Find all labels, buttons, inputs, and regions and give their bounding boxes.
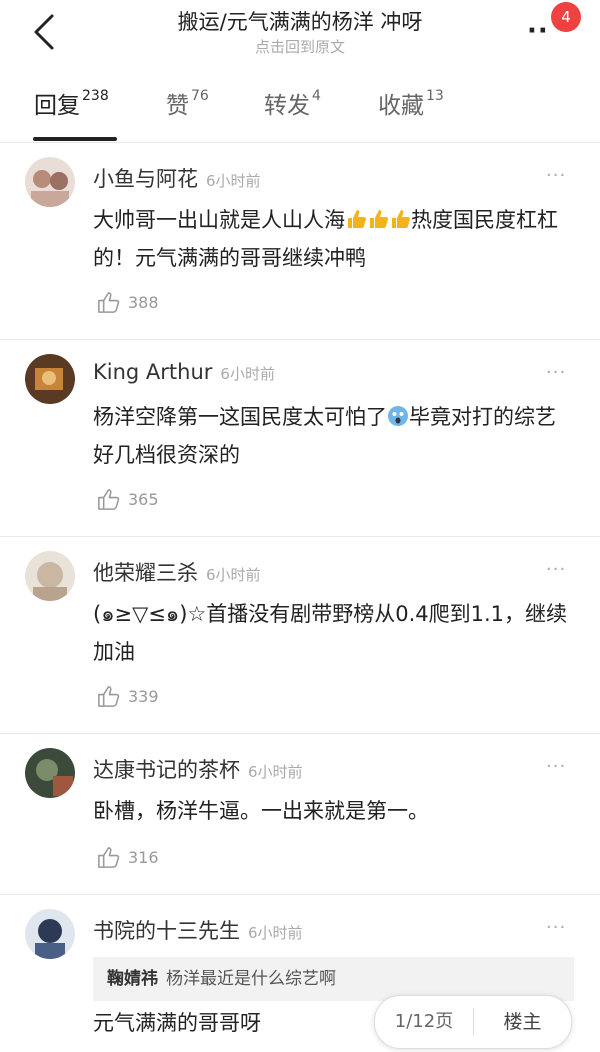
thumbs-up-emoji-icon (348, 210, 366, 228)
comment-more-icon[interactable]: ··· (546, 561, 566, 579)
comment-item: 小鱼与阿花 6小时前 ··· 大帅哥一出山就是人山人海 热度国民度杠杠的！元气满满的… (0, 143, 600, 340)
thumbs-up-icon (98, 292, 120, 313)
back-button[interactable] (24, 12, 64, 52)
avatar[interactable] (25, 354, 75, 404)
tab-label: 收藏 (378, 93, 424, 119)
avatar[interactable] (25, 157, 75, 207)
comment-item: 他荣耀三杀 6小时前 ··· (๑≥▽≤๑)☆首播没有剧带野榜从0.4爬到1.1，… (0, 537, 600, 734)
comment-author[interactable]: King Arthur 6小时前 (93, 360, 275, 384)
comment-time: 6小时前 (248, 924, 303, 942)
like-button[interactable]: 388 (95, 289, 159, 316)
comment-more-icon[interactable]: ··· (546, 364, 566, 382)
comment-text: 卧槽，杨洋牛逼。一出来就是第一。 (93, 799, 429, 823)
comment-item: 达康书记的茶杯 6小时前 ··· 卧槽，杨洋牛逼。一出来就是第一。 316 (0, 734, 600, 895)
more-options-icon[interactable]: ·· (527, 18, 549, 44)
like-button[interactable]: 339 (95, 683, 159, 710)
tab-likes[interactable]: 赞 76 (166, 86, 209, 120)
tab-reposts[interactable]: 转发 4 (264, 86, 321, 120)
tab-count: 76 (191, 88, 209, 104)
comment-more-icon[interactable]: ··· (546, 758, 566, 776)
avatar[interactable] (25, 748, 75, 798)
comment-time: 6小时前 (206, 172, 261, 190)
comment-author[interactable]: 他荣耀三杀 6小时前 (93, 557, 261, 587)
comment-author[interactable]: 达康书记的茶杯 6小时前 (93, 754, 303, 784)
back-to-original-link[interactable]: 点击回到原文 (100, 36, 500, 57)
tab-replies[interactable]: 回复 238 (34, 86, 109, 120)
comment-text: 元气满满的哥哥呀 (93, 1011, 261, 1035)
comment-more-icon[interactable]: ··· (546, 919, 566, 937)
comment-text: 杨洋空降第一这国民度太可怕了 毕竟对打的综艺好几档很资深的 (93, 405, 556, 467)
floating-pager: 1/12页 楼主 (374, 995, 572, 1049)
tab-count: 13 (426, 88, 444, 104)
top-bar: 搬运/元气满满的杨洋 冲呀 点击回到原文 ·· 4 (0, 0, 600, 68)
avatar[interactable] (25, 909, 75, 959)
like-button[interactable]: 365 (95, 486, 159, 513)
thumbs-up-icon (98, 489, 120, 510)
tab-count: 238 (82, 88, 109, 104)
comment-time: 6小时前 (220, 365, 275, 383)
quoted-author: 鞠婧祎 (107, 969, 158, 989)
tab-favorites[interactable]: 收藏 13 (378, 86, 444, 120)
thumbs-up-emoji-icon (370, 210, 388, 228)
avatar[interactable] (25, 551, 75, 601)
scream-emoji-icon (388, 406, 408, 426)
thumbs-up-icon (98, 847, 120, 868)
page-indicator-button[interactable]: 1/12页 (375, 996, 473, 1048)
like-count: 365 (128, 490, 159, 509)
like-count: 388 (128, 293, 159, 312)
comment-more-icon[interactable]: ··· (546, 167, 566, 185)
notification-badge[interactable]: 4 (551, 2, 581, 32)
tab-label: 回复 (34, 93, 80, 119)
comment-time: 6小时前 (206, 566, 261, 584)
tab-label: 转发 (264, 93, 310, 119)
quoted-text: 杨洋最近是什么综艺啊 (166, 969, 336, 989)
comment-text: 大帅哥一出山就是人山人海 热度国民度杠杠的！元气满满的哥哥继续冲鸭 (93, 208, 558, 270)
comment-author[interactable]: 小鱼与阿花 6小时前 (93, 163, 261, 193)
like-count: 339 (128, 687, 159, 706)
thumbs-up-emoji-icon (392, 210, 410, 228)
tab-count: 4 (312, 88, 321, 104)
author-only-button[interactable]: 楼主 (474, 996, 571, 1048)
active-tab-indicator (33, 137, 117, 141)
like-button[interactable]: 316 (95, 844, 159, 871)
comment-text: (๑≥▽≤๑)☆首播没有剧带野榜从0.4爬到1.1，继续加油 (93, 602, 568, 664)
page-title[interactable]: 搬运/元气满满的杨洋 冲呀 (100, 6, 500, 36)
like-count: 316 (128, 848, 159, 867)
tab-bar: 回复 238 赞 76 转发 4 收藏 13 (0, 70, 600, 143)
thumbs-up-icon (98, 686, 120, 707)
comment-time: 6小时前 (248, 763, 303, 781)
comment-item: King Arthur 6小时前 ··· 杨洋空降第一这国民度太可怕了 毕竟对打的综… (0, 340, 600, 537)
tab-label: 赞 (166, 93, 189, 119)
comment-author[interactable]: 书院的十三先生 6小时前 (93, 915, 303, 945)
chevron-left-icon (34, 14, 54, 50)
